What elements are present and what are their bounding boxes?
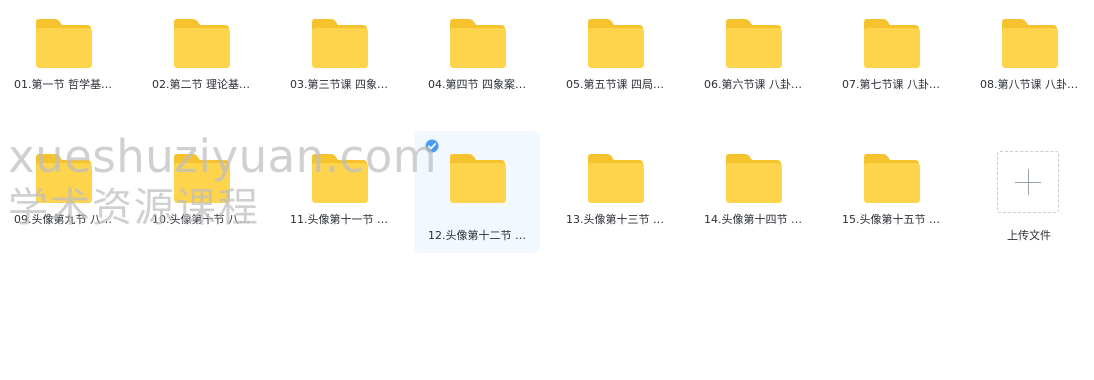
folder-icon — [864, 154, 920, 203]
folder-icon — [174, 19, 230, 68]
folder-item[interactable]: 05.第五节课 四局… — [552, 0, 678, 122]
folder-name: 06.第六节课 八卦… — [704, 78, 802, 91]
folder-item[interactable]: 01.第一节 哲学基… — [0, 0, 126, 122]
folder-item[interactable]: 11.头像第十一节 … — [276, 135, 402, 257]
folder-name: 01.第一节 哲学基… — [14, 78, 112, 91]
upload-button[interactable] — [997, 151, 1059, 213]
folder-item[interactable]: 04.第四节 四象案… — [414, 0, 540, 122]
folder-name: 08.第八节课 八卦… — [980, 78, 1078, 91]
folder-name: 02.第二节 理论基… — [152, 78, 250, 91]
file-grid: 01.第一节 哲学基… 02.第二节 理论基… 03.第三节课 四象… 04.第… — [0, 0, 1094, 380]
folder-name: 14.头像第十四节 … — [704, 213, 802, 226]
folder-icon — [588, 19, 644, 68]
folder-name: 09.头像第九节 八… — [14, 213, 112, 226]
folder-item[interactable]: 07.第七节课 八卦… — [828, 0, 954, 122]
folder-item[interactable]: 02.第二节 理论基… — [138, 0, 264, 122]
folder-name: 04.第四节 四象案… — [428, 78, 526, 91]
folder-item-selected[interactable]: 12.头像第十二节 … — [414, 131, 540, 253]
folder-item[interactable]: 14.头像第十四节 … — [690, 135, 816, 257]
folder-icon — [1002, 19, 1058, 68]
folder-name: 11.头像第十一节 … — [290, 213, 388, 226]
folder-icon — [174, 154, 230, 203]
upload-label: 上传文件 — [1007, 229, 1051, 242]
folder-item[interactable]: 13.头像第十三节 … — [552, 135, 678, 257]
folder-icon — [36, 19, 92, 68]
folder-icon — [726, 154, 782, 203]
folder-name: 07.第七节课 八卦… — [842, 78, 940, 91]
folder-name: 13.头像第十三节 … — [566, 213, 664, 226]
folder-item[interactable]: 15.头像第十五节 … — [828, 135, 954, 257]
folder-name: 10.头像第十节 八… — [152, 213, 250, 226]
folder-item[interactable]: 03.第三节课 四象… — [276, 0, 402, 122]
check-circle-icon[interactable] — [425, 139, 439, 153]
folder-icon — [312, 19, 368, 68]
folder-item[interactable]: 09.头像第九节 八… — [0, 135, 126, 257]
folder-icon — [588, 154, 644, 203]
folder-item[interactable]: 10.头像第十节 八… — [138, 135, 264, 257]
folder-name: 03.第三节课 四象… — [290, 78, 388, 91]
folder-name: 05.第五节课 四局… — [566, 78, 664, 91]
folder-icon — [450, 19, 506, 68]
folder-item[interactable]: 08.第八节课 八卦… — [966, 0, 1092, 122]
folder-name: 12.头像第十二节 … — [428, 229, 526, 242]
folder-name: 15.头像第十五节 … — [842, 213, 940, 226]
upload-tile[interactable]: 上传文件 — [966, 131, 1092, 253]
folder-icon — [450, 154, 506, 203]
folder-icon — [864, 19, 920, 68]
folder-icon — [726, 19, 782, 68]
folder-item[interactable]: 06.第六节课 八卦… — [690, 0, 816, 122]
folder-icon — [312, 154, 368, 203]
folder-icon — [36, 154, 92, 203]
